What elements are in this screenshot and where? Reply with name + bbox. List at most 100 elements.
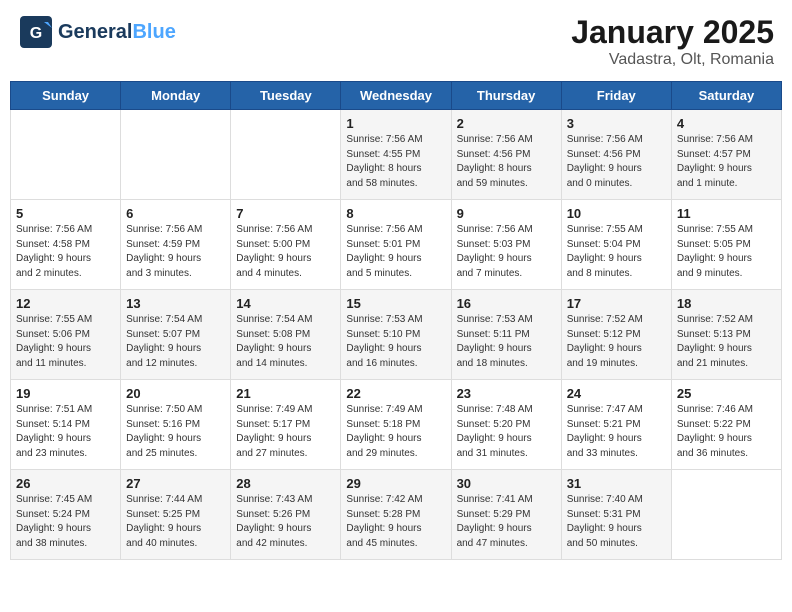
day-number: 5 [16,206,115,221]
logo: G GeneralBlue [18,14,176,50]
calendar-cell: 30Sunrise: 7:41 AM Sunset: 5:29 PM Dayli… [451,470,561,560]
location-title: Vadastra, Olt, Romania [571,51,774,69]
day-number: 8 [346,206,445,221]
weekday-header-monday: Monday [121,82,231,110]
calendar-cell: 10 Sunrise: 7:55 AM Sunset: 5:04 PM Dayli… [561,200,671,290]
calendar-cell [231,110,341,200]
day-info: Sunrise: 7:55 AM Sunset: 5:04 PM Dayligh… [567,223,666,281]
calendar-cell: 24 Sunrise: 7:47 AM Sunset: 5:21 PM Dayli… [561,380,671,470]
day-number: 24 [567,386,666,401]
calendar-header: SundayMondayTuesdayWednesdayThursdayFrid… [11,82,782,110]
calendar-cell: 14 Sunrise: 7:54 AM Sunset: 5:08 PM Dayli… [231,290,341,380]
day-number: 21 [236,386,335,401]
calendar-body: 1 Sunrise: 7:56 AM Sunset: 4:55 PM Daylig… [11,110,782,560]
page-header: G GeneralBlue January 2025 Vadastra, Olt… [10,10,782,73]
day-info: Sunrise: 7:56 AM Sunset: 4:56 PM Dayligh… [567,133,666,191]
day-number: 12 [16,296,115,311]
logo-icon: G [18,14,54,50]
day-number: 27 [126,476,225,491]
day-info: Sunrise: 7:56 AM Sunset: 4:58 PM Dayligh… [16,223,115,281]
day-info: Sunrise: 7:50 AM Sunset: 5:16 PM Dayligh… [126,403,225,461]
calendar-cell: 3 Sunrise: 7:56 AM Sunset: 4:56 PM Daylig… [561,110,671,200]
week-row-4: 19Sunrise: 7:51 AM Sunset: 5:14 PM Dayli… [11,380,782,470]
weekday-header-thursday: Thursday [451,82,561,110]
day-info: Sunrise: 7:55 AM Sunset: 5:05 PM Dayligh… [677,223,776,281]
title-block: January 2025 Vadastra, Olt, Romania [571,14,774,69]
day-number: 15 [346,296,445,311]
weekday-header-tuesday: Tuesday [231,82,341,110]
day-number: 31 [567,476,666,491]
day-info: Sunrise: 7:54 AM Sunset: 5:08 PM Dayligh… [236,313,335,371]
weekday-header-row: SundayMondayTuesdayWednesdayThursdayFrid… [11,82,782,110]
day-info: Sunrise: 7:48 AM Sunset: 5:20 PM Dayligh… [457,403,556,461]
calendar-cell: 26 Sunrise: 7:45 AM Sunset: 5:24 PM Dayli… [11,470,121,560]
day-info: Sunrise: 7:53 AM Sunset: 5:10 PM Dayligh… [346,313,445,371]
day-number: 18 [677,296,776,311]
day-number: 11 [677,206,776,221]
day-info: Sunrise: 7:56 AM Sunset: 5:00 PM Dayligh… [236,223,335,281]
week-row-3: 12Sunrise: 7:55 AM Sunset: 5:06 PM Dayli… [11,290,782,380]
day-info: Sunrise: 7:56 AM Sunset: 4:55 PM Dayligh… [346,133,445,191]
calendar-cell: 16Sunrise: 7:53 AM Sunset: 5:11 PM Dayli… [451,290,561,380]
calendar-cell: 6Sunrise: 7:56 AM Sunset: 4:59 PM Daylig… [121,200,231,290]
day-number: 2 [457,116,556,131]
calendar-cell: 1 Sunrise: 7:56 AM Sunset: 4:55 PM Daylig… [341,110,451,200]
weekday-header-saturday: Saturday [671,82,781,110]
calendar-cell: 5 Sunrise: 7:56 AM Sunset: 4:58 PM Daylig… [11,200,121,290]
day-info: Sunrise: 7:43 AM Sunset: 5:26 PM Dayligh… [236,493,335,551]
weekday-header-sunday: Sunday [11,82,121,110]
day-number: 1 [346,116,445,131]
day-number: 3 [567,116,666,131]
calendar-cell: 11 Sunrise: 7:55 AM Sunset: 5:05 PM Dayli… [671,200,781,290]
week-row-5: 26 Sunrise: 7:45 AM Sunset: 5:24 PM Dayli… [11,470,782,560]
day-info: Sunrise: 7:52 AM Sunset: 5:12 PM Dayligh… [567,313,666,371]
day-number: 7 [236,206,335,221]
calendar-cell: 20 Sunrise: 7:50 AM Sunset: 5:16 PM Dayli… [121,380,231,470]
calendar-cell [671,470,781,560]
day-number: 14 [236,296,335,311]
calendar-cell: 8 Sunrise: 7:56 AM Sunset: 5:01 PM Daylig… [341,200,451,290]
day-info: Sunrise: 7:56 AM Sunset: 4:57 PM Dayligh… [677,133,776,191]
day-number: 20 [126,386,225,401]
calendar-cell: 13 Sunrise: 7:54 AM Sunset: 5:07 PM Dayli… [121,290,231,380]
calendar-cell: 19Sunrise: 7:51 AM Sunset: 5:14 PM Dayli… [11,380,121,470]
day-info: Sunrise: 7:49 AM Sunset: 5:18 PM Dayligh… [346,403,445,461]
weekday-header-friday: Friday [561,82,671,110]
calendar-cell: 7 Sunrise: 7:56 AM Sunset: 5:00 PM Daylig… [231,200,341,290]
calendar-cell: 27 Sunrise: 7:44 AM Sunset: 5:25 PM Dayli… [121,470,231,560]
day-info: Sunrise: 7:53 AM Sunset: 5:11 PM Dayligh… [457,313,556,371]
day-number: 26 [16,476,115,491]
calendar-cell: 15 Sunrise: 7:53 AM Sunset: 5:10 PM Dayli… [341,290,451,380]
weekday-header-wednesday: Wednesday [341,82,451,110]
calendar-cell: 28 Sunrise: 7:43 AM Sunset: 5:26 PM Dayli… [231,470,341,560]
day-number: 25 [677,386,776,401]
day-info: Sunrise: 7:54 AM Sunset: 5:07 PM Dayligh… [126,313,225,371]
day-info: Sunrise: 7:46 AM Sunset: 5:22 PM Dayligh… [677,403,776,461]
calendar-cell: 31Sunrise: 7:40 AM Sunset: 5:31 PM Dayli… [561,470,671,560]
day-number: 6 [126,206,225,221]
day-number: 28 [236,476,335,491]
logo-text: GeneralBlue [58,21,176,43]
day-number: 30 [457,476,556,491]
week-row-2: 5 Sunrise: 7:56 AM Sunset: 4:58 PM Daylig… [11,200,782,290]
calendar-cell: 21Sunrise: 7:49 AM Sunset: 5:17 PM Dayli… [231,380,341,470]
day-number: 13 [126,296,225,311]
day-info: Sunrise: 7:47 AM Sunset: 5:21 PM Dayligh… [567,403,666,461]
day-number: 22 [346,386,445,401]
calendar-cell [121,110,231,200]
day-info: Sunrise: 7:42 AM Sunset: 5:28 PM Dayligh… [346,493,445,551]
day-info: Sunrise: 7:56 AM Sunset: 5:03 PM Dayligh… [457,223,556,281]
day-info: Sunrise: 7:45 AM Sunset: 5:24 PM Dayligh… [16,493,115,551]
svg-text:G: G [30,25,42,42]
day-number: 29 [346,476,445,491]
calendar-table: SundayMondayTuesdayWednesdayThursdayFrid… [10,81,782,560]
day-number: 17 [567,296,666,311]
calendar-cell [11,110,121,200]
day-info: Sunrise: 7:44 AM Sunset: 5:25 PM Dayligh… [126,493,225,551]
calendar-cell: 22 Sunrise: 7:49 AM Sunset: 5:18 PM Dayli… [341,380,451,470]
day-info: Sunrise: 7:56 AM Sunset: 5:01 PM Dayligh… [346,223,445,281]
day-number: 23 [457,386,556,401]
day-number: 10 [567,206,666,221]
day-info: Sunrise: 7:51 AM Sunset: 5:14 PM Dayligh… [16,403,115,461]
calendar-cell: 2Sunrise: 7:56 AM Sunset: 4:56 PM Daylig… [451,110,561,200]
